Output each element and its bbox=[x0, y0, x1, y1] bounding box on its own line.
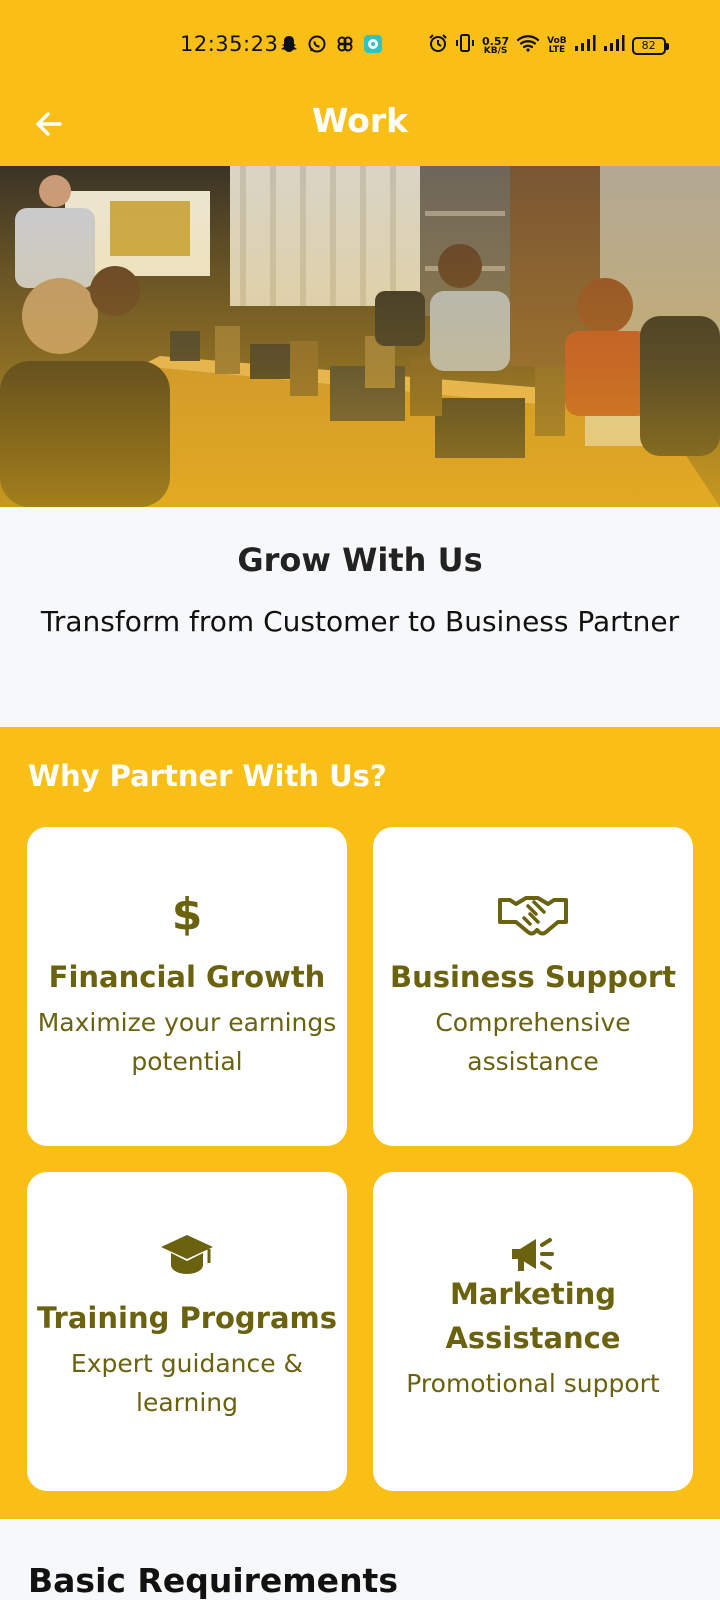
intro-title: Grow With Us bbox=[237, 541, 483, 579]
card-description: Promotional support bbox=[406, 1369, 660, 1398]
system-icons: 0.57 KB/S VoB LTE 82 bbox=[428, 33, 669, 58]
status-bar: 12:35:23 0.57 KB/S VoB LTE 82 bbox=[0, 0, 720, 92]
card-description: Maximize your earnings potential bbox=[37, 1008, 337, 1076]
app-notification-icon bbox=[363, 34, 383, 59]
notification-icons bbox=[279, 34, 383, 59]
card-description: Comprehensive assistance bbox=[435, 1008, 631, 1076]
card-financial-growth[interactable]: $ Financial Growth Maximize your earning… bbox=[27, 827, 347, 1146]
alarm-icon bbox=[428, 33, 448, 58]
signal-icon-2 bbox=[603, 34, 625, 57]
card-description: Expert guidance & learning bbox=[70, 1349, 304, 1417]
intro-section: Grow With Us Transform from Customer to … bbox=[0, 507, 720, 727]
volte-indicator: VoB LTE bbox=[547, 36, 567, 55]
vibrate-icon bbox=[455, 33, 475, 58]
net-speed-unit: KB/S bbox=[483, 45, 508, 56]
card-title: Business Support bbox=[389, 960, 677, 994]
status-time: 12:35:23 bbox=[180, 32, 279, 56]
whatsapp-icon bbox=[307, 34, 327, 59]
handshake-icon bbox=[373, 889, 693, 939]
card-title: Financial Growth bbox=[48, 960, 326, 994]
card-marketing-assistance[interactable]: Marketing Assistance Promotional support bbox=[373, 1172, 693, 1491]
card-business-support[interactable]: Business Support Comprehensive assistanc… bbox=[373, 827, 693, 1146]
app-bar: Work bbox=[0, 92, 720, 166]
graduation-cap-icon bbox=[27, 1230, 347, 1280]
card-title: Training Programs bbox=[36, 1301, 338, 1335]
card-title: Marketing Assistance bbox=[445, 1277, 621, 1355]
signal-icon bbox=[574, 34, 596, 57]
pinwheel-icon bbox=[335, 34, 355, 59]
intro-subtitle: Transform from Customer to Business Part… bbox=[40, 605, 680, 638]
partner-heading: Why Partner With Us? bbox=[28, 759, 387, 793]
net-speed-value: 0.57 bbox=[482, 34, 510, 48]
battery-icon: 82 bbox=[631, 36, 669, 55]
dollar-icon: $ bbox=[171, 888, 203, 940]
page-title: Work bbox=[311, 101, 409, 140]
requirements-heading: Basic Requirements bbox=[28, 1561, 398, 1600]
net-speed: 0.57 KB/S bbox=[482, 36, 509, 56]
partner-section: Why Partner With Us? $ Financial Growth … bbox=[0, 727, 720, 1519]
snapchat-icon bbox=[279, 34, 299, 59]
wifi-icon bbox=[516, 33, 540, 58]
card-training-programs[interactable]: Training Programs Expert guidance & lear… bbox=[27, 1172, 347, 1491]
requirements-section: Basic Requirements bbox=[0, 1519, 720, 1600]
meeting-room-photo bbox=[0, 166, 720, 507]
volte-bottom: LTE bbox=[548, 44, 566, 55]
